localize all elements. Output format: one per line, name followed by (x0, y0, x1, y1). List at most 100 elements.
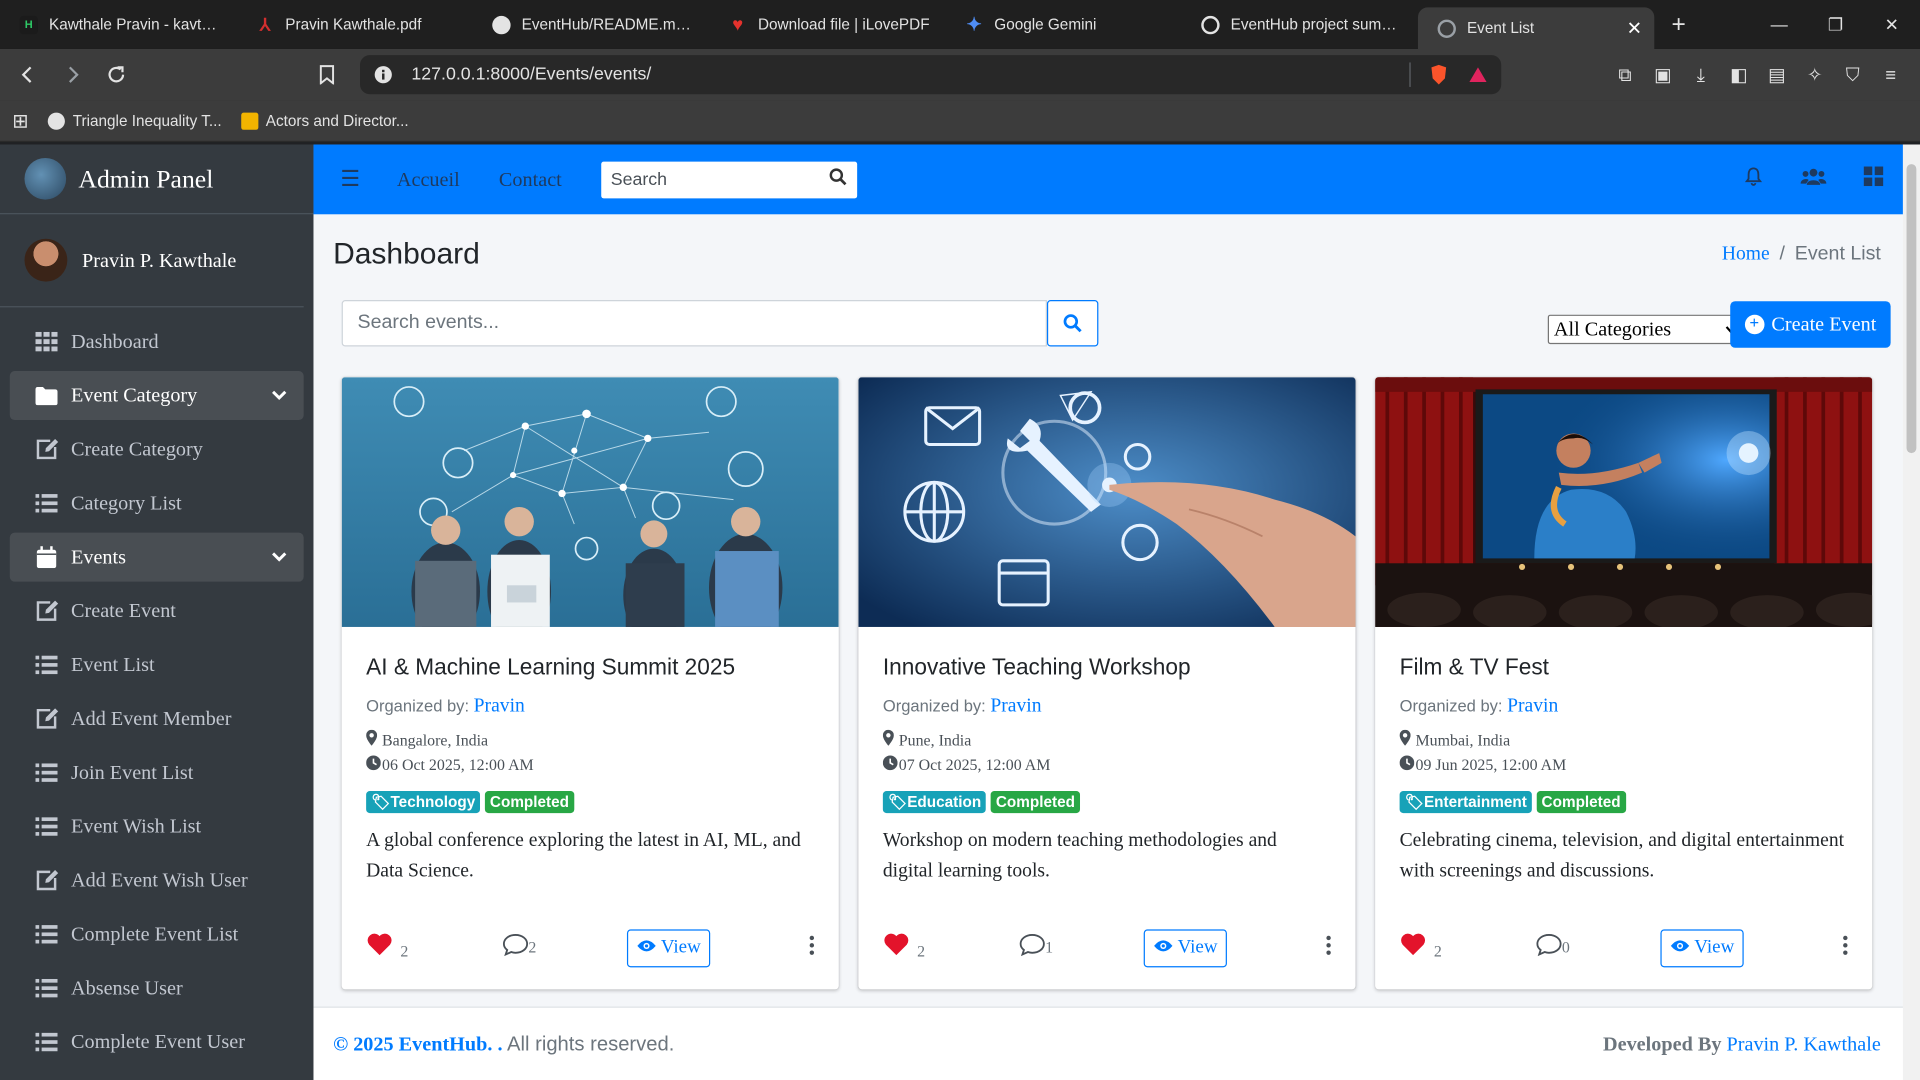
screenshot-icon[interactable]: ▣ (1649, 61, 1676, 88)
browser-tab[interactable]: ♥ Download file | iLovePDF (709, 0, 945, 49)
bookmark-item[interactable]: Actors and Director... (241, 112, 409, 130)
category-text: Education (907, 793, 982, 811)
user-name[interactable]: Pravin P. Kawthale (82, 248, 236, 272)
event-image[interactable] (858, 377, 1356, 627)
site-info-icon[interactable] (372, 64, 394, 86)
event-card: Innovative Teaching Workshop Organized by… (858, 377, 1356, 990)
sidebar-item-event-list[interactable]: Event List (10, 640, 304, 689)
comment-button[interactable]: 2 (501, 933, 536, 962)
sidebar-brand[interactable]: Admin Panel (0, 144, 314, 215)
apps-icon[interactable]: ⊞ (12, 108, 28, 132)
grid-icon[interactable] (1863, 166, 1884, 193)
sidebar-item-category-list[interactable]: Category List (10, 479, 304, 528)
sidebar-item-event-wish-list[interactable]: Event Wish List (10, 802, 304, 851)
browser-tab-bar: H Kawthale Pravin - kavthale ⅄ Pravin Ka… (0, 0, 1920, 49)
close-window-icon[interactable]: ✕ (1864, 0, 1920, 49)
organizer-link[interactable]: Pravin (990, 696, 1041, 717)
sidebar-user-panel[interactable]: Pravin P. Kawthale (0, 214, 304, 308)
nav-link-accueil[interactable]: Accueil (397, 167, 460, 191)
wallet-icon[interactable]: ▤ (1763, 61, 1790, 88)
minimize-icon[interactable]: — (1751, 0, 1807, 49)
back-icon[interactable] (10, 56, 47, 93)
search-icon[interactable] (829, 167, 847, 191)
sidebar-item-event-category[interactable]: Event Category (9, 371, 304, 421)
breadcrumb: Home / Event List (1721, 243, 1881, 265)
restore-icon[interactable]: ❐ (1807, 0, 1863, 49)
sidebar-item-label: Event Wish List (71, 814, 202, 838)
event-title[interactable]: Film & TV Fest (1400, 654, 1848, 681)
organizer-label: Organized by: (1399, 696, 1503, 716)
bookmark-item[interactable]: Triangle Inequality T... (48, 112, 222, 130)
view-event-button[interactable]: View (1143, 928, 1227, 967)
leo-ai-icon[interactable]: ✧ (1801, 61, 1828, 88)
sidebar-item-events[interactable]: Events (9, 532, 304, 582)
footer-developer-link[interactable]: Pravin P. Kawthale (1727, 1032, 1881, 1055)
footer-copyright[interactable]: © 2025 EventHub. . (333, 1032, 502, 1055)
browser-tab[interactable]: EventHub/README.md at (473, 0, 709, 49)
bookmark-icon[interactable] (309, 56, 346, 93)
sidebar-item-dashboard[interactable]: Dashboard (10, 317, 304, 366)
status-badge: Completed (1536, 791, 1626, 814)
extensions-icon[interactable]: ⧉ (1611, 61, 1638, 88)
comment-button[interactable]: 0 (1535, 933, 1570, 962)
event-title[interactable]: Innovative Teaching Workshop (883, 654, 1331, 681)
brand-logo-icon (24, 157, 67, 200)
heart-icon[interactable] (883, 932, 910, 964)
category-select[interactable]: All Categories (1547, 314, 1744, 345)
event-title[interactable]: AI & Machine Learning Summit 2025 (366, 654, 814, 681)
event-image[interactable] (1375, 377, 1873, 627)
sidebar-item-create-event[interactable]: Create Event (10, 587, 304, 636)
hamburger-menu-icon[interactable]: ☰ (340, 167, 360, 193)
download-icon[interactable]: ⤓ (1687, 61, 1714, 88)
new-tab-icon[interactable]: + (1671, 10, 1685, 38)
sidebar-item-create-category[interactable]: Create Category (10, 425, 304, 474)
list-icon (34, 923, 58, 945)
browser-tab[interactable]: ⅄ Pravin Kawthale.pdf (236, 0, 472, 49)
browser-tab[interactable]: ✦ Google Gemini (945, 0, 1181, 49)
event-image[interactable] (341, 377, 839, 627)
more-options-icon[interactable] (1843, 935, 1848, 961)
sidebar-item-add-event-wish-user[interactable]: Add Event Wish User (10, 856, 304, 905)
scrollbar-thumb[interactable] (1906, 164, 1917, 454)
reload-icon[interactable] (98, 56, 135, 93)
breadcrumb-home[interactable]: Home (1722, 244, 1770, 265)
forward-icon[interactable] (54, 56, 91, 93)
create-event-button[interactable]: + Create Event (1730, 301, 1891, 348)
browser-tab[interactable]: H Kawthale Pravin - kavthale (0, 0, 236, 49)
vpn-icon[interactable]: ⛉ (1839, 61, 1866, 88)
status-badge: Completed (990, 791, 1080, 814)
event-search-input[interactable] (357, 312, 1046, 335)
url-text[interactable]: 127.0.0.1:8000/Events/events/ (411, 65, 1392, 85)
navbar-search-input[interactable] (610, 169, 807, 190)
sidebar-item-join-event-list[interactable]: Join Event List (10, 748, 304, 797)
event-search-button[interactable] (1046, 300, 1099, 347)
brand-name: Admin Panel (78, 163, 214, 193)
sidebar-item-label: Complete Event User (71, 1029, 245, 1054)
view-event-button[interactable]: View (1660, 928, 1744, 967)
close-tab-icon[interactable]: ✕ (1627, 17, 1642, 39)
sidebar-item-complete-event-user[interactable]: Complete Event User (10, 1018, 304, 1067)
heart-icon[interactable] (366, 932, 393, 964)
browser-tab-active[interactable]: Event List ✕ (1417, 7, 1655, 49)
more-options-icon[interactable] (809, 935, 815, 961)
bell-icon[interactable] (1744, 167, 1764, 193)
organizer-link[interactable]: Pravin (474, 696, 525, 717)
browser-tab[interactable]: EventHub project summar (1182, 0, 1418, 49)
address-bar[interactable]: 127.0.0.1:8000/Events/events/ (360, 55, 1502, 95)
sidebar-item-complete-event-list[interactable]: Complete Event List (10, 910, 304, 959)
page-scrollbar[interactable] (1902, 144, 1920, 1080)
organizer-link[interactable]: Pravin (1507, 696, 1558, 717)
nav-link-contact[interactable]: Contact (499, 167, 562, 191)
heart-icon[interactable] (1400, 932, 1427, 964)
comment-button[interactable]: 1 (1018, 933, 1053, 962)
sidebar-toggle-icon[interactable]: ◧ (1725, 61, 1752, 88)
sidebar-item-add-event-member[interactable]: Add Event Member (10, 694, 304, 743)
users-icon[interactable] (1800, 167, 1827, 193)
more-options-icon[interactable] (1326, 935, 1331, 961)
view-event-button[interactable]: View (626, 928, 711, 967)
brave-shield-icon[interactable] (1428, 64, 1450, 86)
sidebar-item-label: Absense User (71, 975, 183, 1000)
menu-icon[interactable]: ≡ (1877, 61, 1904, 88)
sidebar-item-absense-user[interactable]: Absense User (10, 964, 304, 1013)
brave-rewards-icon[interactable] (1467, 64, 1489, 86)
